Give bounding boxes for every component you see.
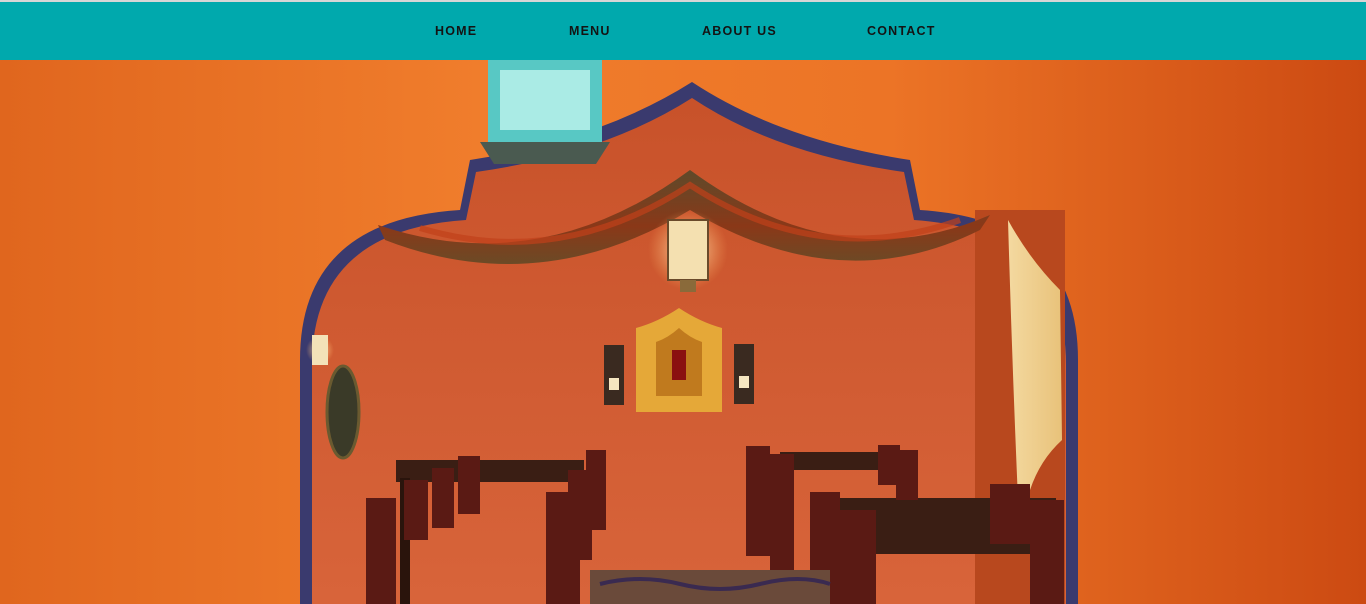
nav-about-us-link[interactable]: ABOUT US xyxy=(702,24,777,38)
restaurant-dining-room-photo xyxy=(0,60,1366,604)
nav-contact-link[interactable]: CONTACT xyxy=(867,24,936,38)
main-navigation: HOME MENU ABOUT US CONTACT xyxy=(0,2,1366,60)
nav-home-link[interactable]: HOME xyxy=(435,24,477,38)
hero-image xyxy=(0,60,1366,604)
nav-menu-link[interactable]: MENU xyxy=(569,24,611,38)
